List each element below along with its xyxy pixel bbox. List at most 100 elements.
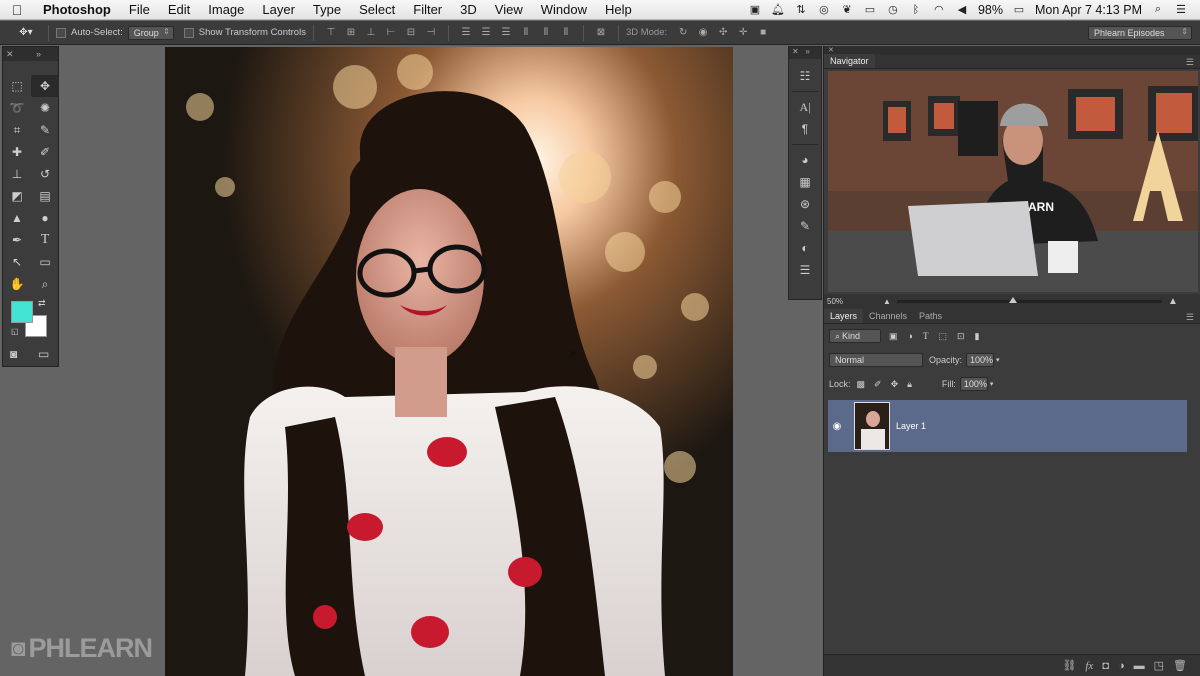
layer-style-fx-icon[interactable]: fx xyxy=(1085,660,1093,672)
pen-tool-icon[interactable]: ✒ xyxy=(3,229,31,251)
eyedropper-tool-icon[interactable]: ✎ xyxy=(31,119,59,141)
auto-align-icon[interactable]: ⊠ xyxy=(594,27,608,39)
swap-colors-icon[interactable]: ⇄ xyxy=(38,298,46,309)
menu-app-name[interactable]: Photoshop xyxy=(34,0,120,20)
align-vcenter-icon[interactable]: ⊞ xyxy=(344,27,358,39)
wifi-icon[interactable]: ◠ xyxy=(932,4,946,16)
3d-drag-icon[interactable]: ✣ xyxy=(716,27,730,39)
align-top-icon[interactable]: ⊤ xyxy=(324,27,338,39)
filter-smart-object-icon[interactable]: ⊡ xyxy=(957,331,965,342)
blur-tool-icon[interactable]: ▲ xyxy=(3,207,31,229)
auto-select-checkbox[interactable] xyxy=(56,27,66,38)
menu-layer[interactable]: Layer xyxy=(253,0,304,20)
battery-icon[interactable]: ▭ xyxy=(1012,4,1026,16)
align-hcenter-icon[interactable]: ⊟ xyxy=(404,27,418,39)
add-mask-icon[interactable]: ◘ xyxy=(1102,660,1109,672)
zoom-out-icon[interactable]: ▲ xyxy=(883,297,891,306)
menu-edit[interactable]: Edit xyxy=(159,0,199,20)
move-tool-icon[interactable]: ✥ xyxy=(31,75,59,97)
3d-scale-icon[interactable]: ■ xyxy=(756,27,770,39)
document-canvas[interactable]: ➤ xyxy=(165,47,733,676)
3d-roll-icon[interactable]: ◉ xyxy=(696,27,710,39)
delete-layer-icon[interactable]: 🗑︎ xyxy=(1173,659,1187,672)
marquee-tool-icon[interactable]: ⬚ xyxy=(3,75,31,97)
path-selection-tool-icon[interactable]: ↖ xyxy=(3,251,31,273)
distribute-top-icon[interactable]: ☰ xyxy=(459,27,473,39)
brush-panel-icon[interactable]: ✎ xyxy=(789,215,821,237)
bell-icon[interactable]: 🔔︎ xyxy=(771,4,785,16)
hand-tool-icon[interactable]: ✋ xyxy=(3,273,31,295)
lock-all-icon[interactable]: 🔒︎ xyxy=(907,379,912,390)
3d-slide-icon[interactable]: ✛ xyxy=(736,27,750,39)
tab-paths[interactable]: Paths xyxy=(913,309,948,323)
clone-source-panel-icon[interactable]: ⊛ xyxy=(789,193,821,215)
layers-panel-menu-icon[interactable]: ☰ xyxy=(1186,312,1200,323)
apple-icon[interactable]:  xyxy=(0,2,34,18)
zoom-slider-handle[interactable] xyxy=(1008,296,1017,303)
blend-mode-dropdown[interactable]: Normal xyxy=(829,353,923,367)
creative-cloud-icon[interactable]: ◎ xyxy=(817,4,831,16)
align-right-icon[interactable]: ⊣ xyxy=(424,27,438,39)
airplay-icon[interactable]: ▭ xyxy=(863,4,877,16)
navigator-preview[interactable]: PHLEARN xyxy=(828,71,1198,292)
default-colors-icon[interactable]: ◱ xyxy=(11,327,19,336)
layer-name[interactable]: Layer 1 xyxy=(896,421,926,431)
tab-layers[interactable]: Layers xyxy=(824,309,864,323)
new-adjustment-icon[interactable]: ◑ xyxy=(1118,660,1125,672)
tab-channels[interactable]: Channels xyxy=(863,309,913,323)
dodge-tool-icon[interactable]: ● xyxy=(31,207,59,229)
notification-list-icon[interactable]: ☰ xyxy=(1174,4,1188,16)
camera-icon[interactable]: ▣ xyxy=(748,4,762,16)
time-machine-icon[interactable]: ◷ xyxy=(886,4,900,16)
clone-stamp-tool-icon[interactable]: ⊥ xyxy=(3,163,31,185)
distribute-right-icon[interactable]: ⦀ xyxy=(559,27,573,39)
magic-wand-tool-icon[interactable]: ✺ xyxy=(31,97,59,119)
tools-panel-header[interactable]: ✕ » xyxy=(3,47,58,61)
fill-input[interactable]: 100% xyxy=(959,377,988,391)
lock-image-icon[interactable]: ✐ xyxy=(874,379,882,390)
quick-mask-icon[interactable]: ◙ xyxy=(10,347,17,361)
lock-transparent-icon[interactable]: ▩ xyxy=(857,379,866,390)
menu-image[interactable]: Image xyxy=(199,0,253,20)
bluetooth-icon[interactable]: ᛒ xyxy=(909,4,923,16)
type-tool-icon[interactable]: T xyxy=(31,229,59,251)
healing-brush-tool-icon[interactable]: ✚ xyxy=(3,141,31,163)
align-bottom-icon[interactable]: ⊥ xyxy=(364,27,378,39)
swatches-panel-icon[interactable]: ▦ xyxy=(789,171,821,193)
transfer-icon[interactable]: ⇅ xyxy=(794,4,808,16)
evernote-icon[interactable]: ❦ xyxy=(840,4,854,16)
eye-visibility-icon[interactable]: ◉ xyxy=(828,421,846,432)
zoom-in-icon[interactable]: ▲ xyxy=(1168,296,1178,307)
3d-orbit-icon[interactable]: ↻ xyxy=(676,27,690,39)
show-transform-checkbox[interactable] xyxy=(183,27,194,38)
navigator-zoom-value[interactable]: 50% xyxy=(827,297,843,306)
distribute-bottom-icon[interactable]: ☰ xyxy=(499,27,513,39)
new-group-icon[interactable]: ▬ xyxy=(1134,660,1145,672)
align-left-icon[interactable]: ⊢ xyxy=(384,27,398,39)
gradient-tool-icon[interactable]: ▤ xyxy=(31,185,59,207)
properties-panel-icon[interactable]: ☰ xyxy=(789,259,821,281)
filter-shape-icon[interactable]: ⬚ xyxy=(938,331,947,342)
panel-menu-icon[interactable]: ☰ xyxy=(1186,57,1200,68)
volume-icon[interactable]: ◀ xyxy=(955,4,969,16)
dock-header[interactable]: ✕ » xyxy=(789,47,821,59)
crop-tool-icon[interactable]: ⌗ xyxy=(3,119,31,141)
paragraph-panel-icon[interactable]: ¶ xyxy=(789,118,821,140)
menubar-clock[interactable]: Mon Apr 7 4:13 PM xyxy=(1035,3,1142,17)
menu-view[interactable]: View xyxy=(486,0,532,20)
adjustments-panel-icon[interactable]: ◕ xyxy=(789,149,821,171)
screen-mode-icon[interactable]: ▭ xyxy=(38,347,49,361)
filter-pixel-icon[interactable]: ▣ xyxy=(889,331,898,342)
character-panel-icon[interactable]: A| xyxy=(789,96,821,118)
zoom-tool-icon[interactable]: ⌕ xyxy=(31,273,59,295)
distribute-hcenter-icon[interactable]: ⦀ xyxy=(539,27,553,39)
link-layers-icon[interactable]: ⛓ xyxy=(1062,659,1076,672)
tab-navigator[interactable]: Navigator xyxy=(824,54,875,68)
filter-toggle-icon[interactable]: ▮ xyxy=(975,331,980,342)
new-layer-icon[interactable]: ◳ xyxy=(1154,659,1164,672)
menu-select[interactable]: Select xyxy=(350,0,404,20)
lasso-tool-icon[interactable]: ➰ xyxy=(3,97,31,119)
lock-position-icon[interactable]: ✥ xyxy=(891,379,899,390)
filter-adjustment-icon[interactable]: ◑ xyxy=(908,331,913,342)
history-panel-icon[interactable]: ☷ xyxy=(789,65,821,87)
